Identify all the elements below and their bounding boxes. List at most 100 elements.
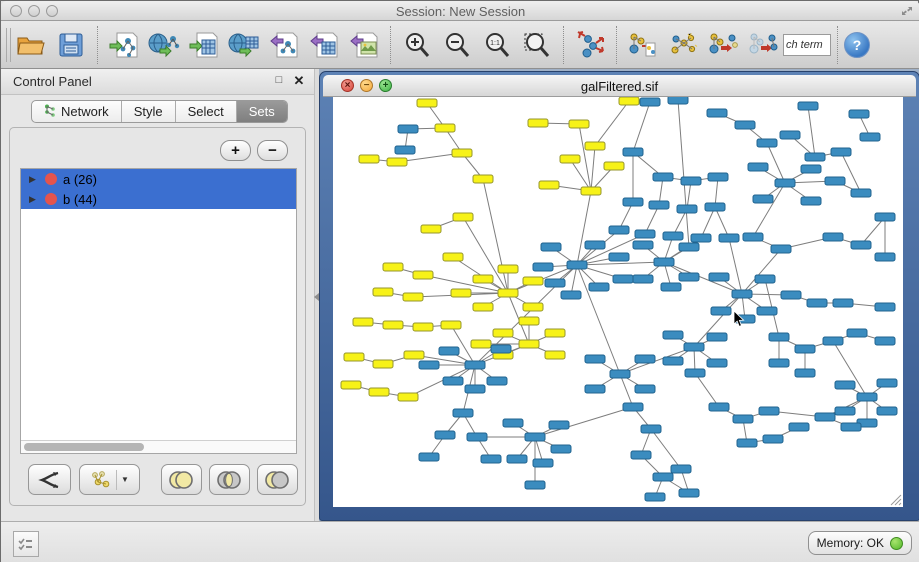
union-sets-button[interactable]	[161, 464, 202, 495]
graph-edge[interactable]	[808, 106, 815, 157]
graph-node[interactable]	[875, 213, 895, 221]
export-image-button[interactable]	[344, 25, 384, 65]
graph-node[interactable]	[373, 360, 393, 368]
graph-node[interactable]	[439, 347, 459, 355]
float-panel-icon[interactable]: □	[272, 74, 286, 86]
graph-node[interactable]	[781, 291, 801, 299]
graph-node[interactable]	[633, 241, 653, 249]
graph-node[interactable]	[753, 195, 773, 203]
graph-node[interactable]	[705, 203, 725, 211]
graph-node[interactable]	[441, 321, 461, 329]
graph-node[interactable]	[581, 187, 601, 195]
create-set-from-network-button[interactable]: ▼	[79, 464, 140, 495]
graph-node[interactable]	[707, 359, 727, 367]
graph-node[interactable]	[443, 253, 463, 261]
graph-node[interactable]	[860, 133, 880, 141]
graph-node[interactable]	[663, 232, 683, 240]
tab-sets[interactable]: Sets	[237, 101, 287, 122]
graph-node[interactable]	[471, 340, 491, 348]
zoom-selected-button[interactable]	[517, 25, 557, 65]
search-input[interactable]	[783, 34, 831, 56]
network-window[interactable]: × − + galFiltered.sif	[319, 71, 919, 521]
graph-node[interactable]	[435, 431, 455, 439]
graph-node[interactable]	[613, 275, 633, 283]
graph-node[interactable]	[661, 283, 681, 291]
graph-node[interactable]	[481, 455, 501, 463]
graph-node[interactable]	[640, 98, 660, 106]
graph-node[interactable]	[369, 388, 389, 396]
graph-node[interactable]	[525, 433, 545, 441]
graph-node[interactable]	[847, 329, 867, 337]
graph-node[interactable]	[631, 451, 651, 459]
graph-edge[interactable]	[591, 146, 595, 191]
graph-node[interactable]	[623, 403, 643, 411]
intersect-sets-button[interactable]	[209, 464, 250, 495]
graph-node[interactable]	[877, 407, 897, 415]
graph-node[interactable]	[395, 146, 415, 154]
graph-node[interactable]	[663, 357, 683, 365]
graph-node[interactable]	[807, 299, 827, 307]
graph-node[interactable]	[709, 273, 729, 281]
graph-node[interactable]	[677, 205, 697, 213]
graph-node[interactable]	[679, 273, 699, 281]
graph-node[interactable]	[585, 142, 605, 150]
graph-node[interactable]	[569, 120, 589, 128]
graph-node[interactable]	[823, 233, 843, 241]
graph-node[interactable]	[719, 234, 739, 242]
chevron-down-icon[interactable]: ▼	[121, 475, 129, 484]
network-window-titlebar[interactable]: × − + galFiltered.sif	[323, 75, 916, 97]
tab-network[interactable]: Network	[32, 101, 122, 122]
graph-node[interactable]	[498, 289, 518, 297]
graph-node[interactable]	[635, 355, 655, 363]
graph-edge[interactable]	[620, 374, 633, 407]
graph-node[interactable]	[841, 423, 861, 431]
graph-node[interactable]	[525, 481, 545, 489]
graph-node[interactable]	[857, 393, 877, 401]
graph-node[interactable]	[851, 241, 871, 249]
graph-node[interactable]	[759, 407, 779, 415]
graph-node[interactable]	[541, 243, 561, 251]
graph-node[interactable]	[681, 177, 701, 185]
graph-node[interactable]	[789, 423, 809, 431]
graph-node[interactable]	[453, 213, 473, 221]
graph-node[interactable]	[493, 329, 513, 337]
graph-node[interactable]	[413, 271, 433, 279]
set-row-a[interactable]: ▶ a (26)	[21, 169, 296, 189]
graph-node[interactable]	[383, 263, 403, 271]
graph-node[interactable]	[815, 413, 835, 421]
graph-node[interactable]	[748, 163, 768, 171]
graph-edge[interactable]	[678, 100, 689, 247]
graph-node[interactable]	[709, 403, 729, 411]
help-button[interactable]: ?	[844, 32, 870, 58]
graph-node[interactable]	[877, 379, 897, 387]
graph-node[interactable]	[835, 407, 855, 415]
graph-node[interactable]	[523, 277, 543, 285]
app-titlebar[interactable]: Session: New Session	[1, 1, 919, 21]
graph-edge[interactable]	[715, 207, 729, 238]
graph-node[interactable]	[465, 385, 485, 393]
graph-node[interactable]	[732, 290, 752, 298]
graph-node[interactable]	[507, 455, 527, 463]
graph-node[interactable]	[498, 265, 518, 273]
graph-node[interactable]	[635, 230, 655, 238]
graph-node[interactable]	[567, 261, 587, 269]
neighbors-hide-button[interactable]	[743, 25, 783, 65]
graph-node[interactable]	[373, 288, 393, 296]
graph-node[interactable]	[609, 226, 629, 234]
import-table-file-button[interactable]	[184, 25, 224, 65]
graph-node[interactable]	[805, 153, 825, 161]
graph-node[interactable]	[533, 459, 553, 467]
graph-node[interactable]	[771, 245, 791, 253]
graph-node[interactable]	[487, 377, 507, 385]
graph-node[interactable]	[341, 381, 361, 389]
expander-icon[interactable]: ▶	[29, 174, 39, 185]
task-history-button[interactable]	[13, 531, 39, 557]
network-canvas[interactable]	[333, 97, 903, 507]
close-panel-icon[interactable]: ✕	[292, 73, 306, 89]
graph-node[interactable]	[663, 331, 683, 339]
graph-node[interactable]	[708, 173, 728, 181]
graph-node[interactable]	[757, 139, 777, 147]
graph-edge[interactable]	[841, 152, 861, 193]
graph-node[interactable]	[733, 415, 753, 423]
graph-node[interactable]	[735, 121, 755, 129]
